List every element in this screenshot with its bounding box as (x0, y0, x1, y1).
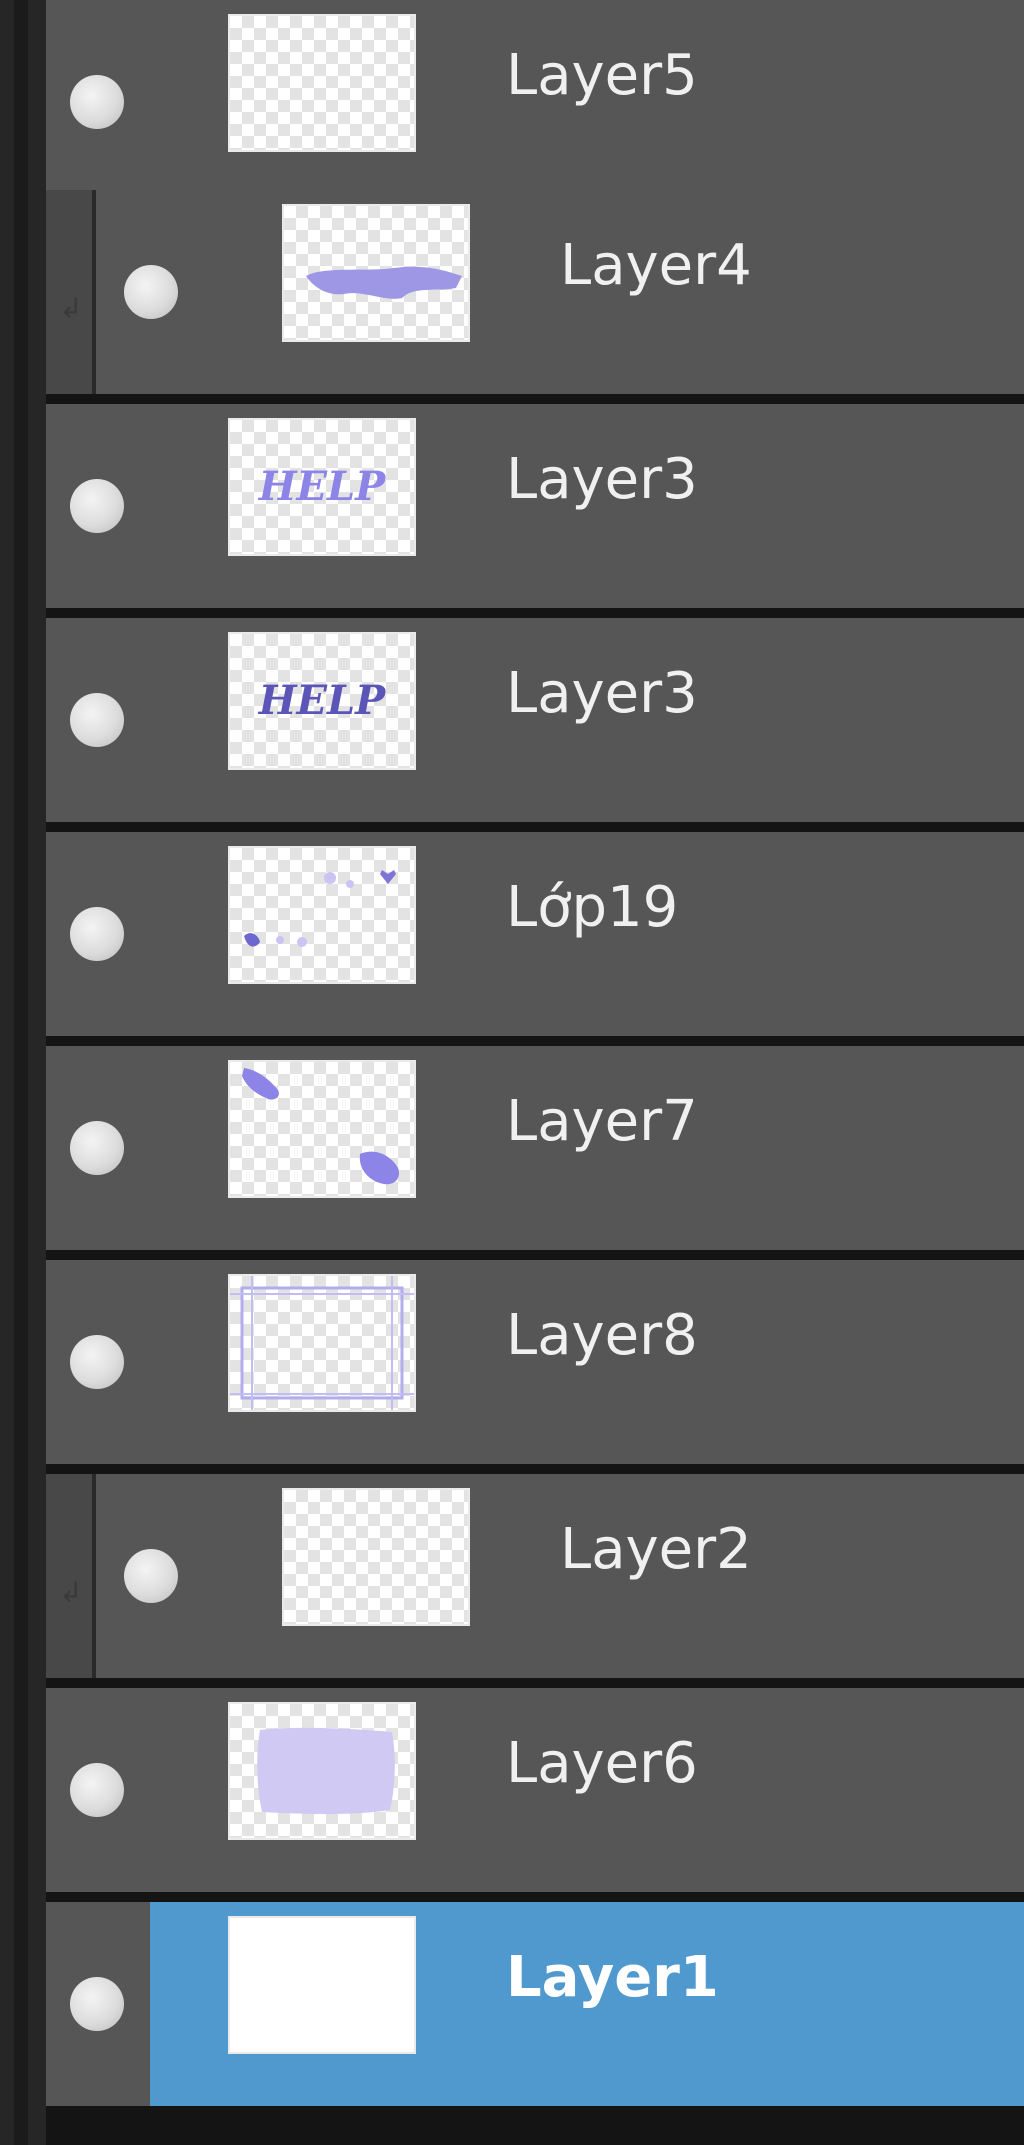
visibility-toggle-icon[interactable] (124, 265, 178, 319)
layer-name: Layer2 (560, 1517, 752, 1582)
visibility-toggle-icon[interactable] (70, 75, 124, 129)
layer-name: Layer3 (506, 661, 698, 726)
corner-blobs-art (242, 1068, 400, 1185)
frame-art (230, 1276, 414, 1410)
layer-thumbnail (230, 1918, 414, 2052)
layer-name: Lớp19 (506, 875, 679, 940)
layer-thumbnail: HELP (230, 420, 414, 554)
panel-scroll-strip[interactable] (0, 0, 46, 2145)
layer-name: Layer5 (506, 43, 698, 108)
visibility-toggle-icon[interactable] (70, 907, 124, 961)
visibility-toggle-icon[interactable] (70, 1763, 124, 1817)
lavender-fill-art (257, 1727, 395, 1814)
layer-row[interactable]: Layer5 (46, 0, 1024, 204)
svg-text:HELP: HELP (258, 677, 387, 724)
scatter-art (244, 870, 396, 947)
purple-smear-art (306, 266, 462, 299)
layer-thumbnail (230, 16, 414, 150)
clip-arrow-icon: ↲ (59, 1576, 83, 1609)
visibility-toggle-icon[interactable] (70, 1121, 124, 1175)
layer-thumbnail (230, 1276, 414, 1410)
layer-row[interactable]: HELP Layer3 (46, 618, 1024, 822)
layer-name: Layer4 (560, 233, 752, 298)
layer-name: Layer3 (506, 447, 698, 512)
layer-name: Layer8 (506, 1303, 698, 1368)
layer-row[interactable]: Layer8 (46, 1260, 1024, 1464)
layer-row-selected[interactable]: Layer1 (46, 1902, 1024, 2106)
visibility-toggle-icon[interactable] (70, 693, 124, 747)
svg-text:HELP: HELP (258, 463, 387, 510)
layer-row[interactable]: ↲ Layer2 (46, 1474, 1024, 1678)
visibility-toggle-icon[interactable] (70, 479, 124, 533)
visibility-toggle-icon[interactable] (124, 1549, 178, 1603)
visibility-toggle-icon[interactable] (70, 1335, 124, 1389)
clip-arrow-icon: ↲ (59, 292, 83, 325)
visibility-toggle-icon[interactable] (70, 1977, 124, 2031)
layer-list: Layer5 ↲ Layer4 HELP Layer3 HELP Layer3 … (46, 0, 1024, 2145)
layer-row[interactable]: Layer7 (46, 1046, 1024, 1250)
layer-thumbnail (230, 1704, 414, 1838)
layer-thumbnail (284, 1490, 468, 1624)
layer-row[interactable]: HELP Layer3 (46, 404, 1024, 608)
clip-indicator: ↲ (46, 1474, 96, 1678)
help-text-art: HELP (258, 677, 387, 724)
layer-row[interactable]: Layer6 (46, 1688, 1024, 1892)
layer-thumbnail (230, 848, 414, 982)
layer-thumbnail: HELP (230, 634, 414, 768)
layers-panel: Layer5 ↲ Layer4 HELP Layer3 HELP Layer3 … (0, 0, 1024, 2145)
help-text-art: HELP (258, 463, 387, 510)
layer-name: Layer7 (506, 1089, 698, 1154)
clip-indicator: ↲ (46, 190, 96, 394)
layer-row[interactable]: ↲ Layer4 (46, 190, 1024, 394)
layer-row[interactable]: Lớp19 (46, 832, 1024, 1036)
panel-scroll-track[interactable] (14, 0, 28, 2145)
layer-name: Layer1 (506, 1945, 719, 2010)
layer-name: Layer6 (506, 1731, 698, 1796)
layer-thumbnail (230, 1062, 414, 1196)
layer-thumbnail (284, 206, 468, 340)
